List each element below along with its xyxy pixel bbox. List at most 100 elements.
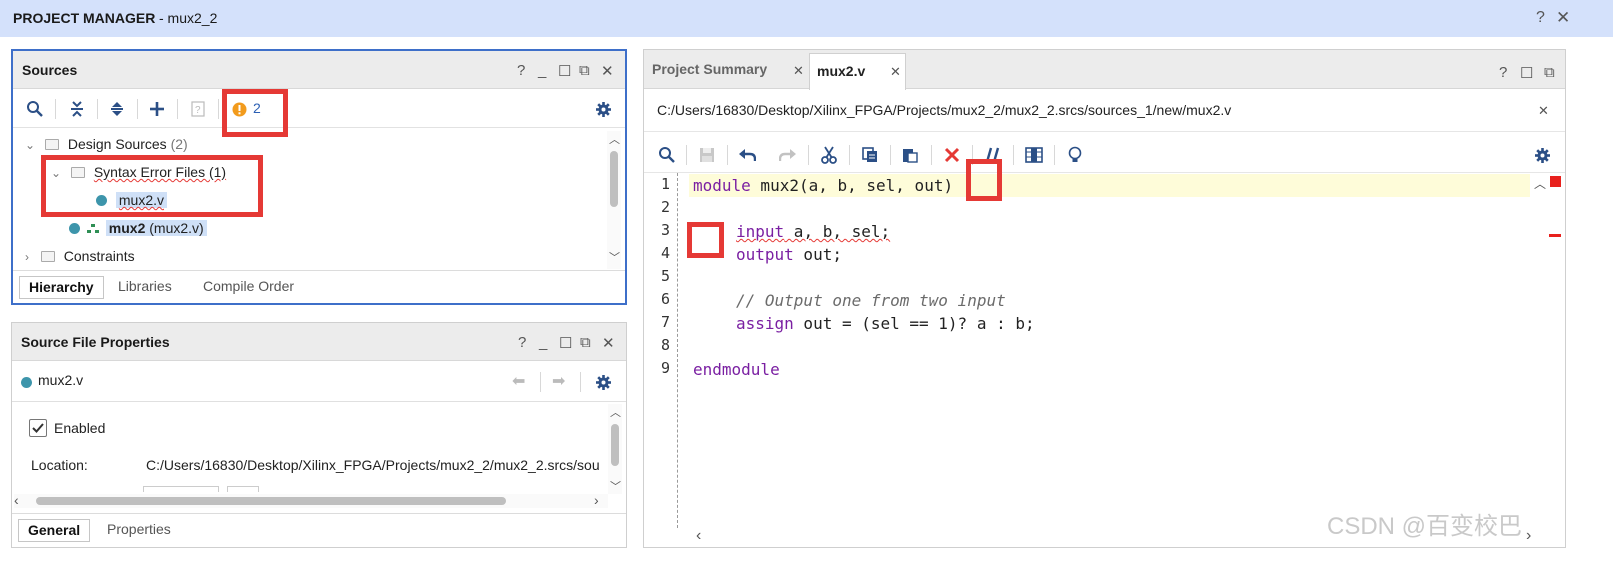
chevron-down-icon[interactable]: ⌄: [25, 138, 35, 152]
properties-toolbar: mux2.v ⬅ ➡: [12, 362, 626, 402]
chevron-right-icon[interactable]: ›: [25, 250, 29, 264]
properties-hscrollbar[interactable]: ‹ ›: [14, 492, 608, 508]
edit-button[interactable]: [227, 486, 259, 492]
scroll-right-icon[interactable]: ›: [594, 492, 599, 508]
tree-node-constraints[interactable]: › Constraints: [25, 243, 135, 269]
scroll-up-icon[interactable]: ︿: [610, 404, 621, 420]
minimize-icon[interactable]: _: [538, 62, 546, 79]
tab-hierarchy[interactable]: Hierarchy: [19, 276, 104, 299]
tree-node-design-sources[interactable]: ⌄ Design Sources (2): [25, 131, 188, 157]
back-arrow-icon[interactable]: ⬅: [512, 371, 525, 391]
tree-label: mux2: [108, 220, 146, 236]
help-button[interactable]: ?: [1499, 64, 1507, 81]
collapse-all-icon[interactable]: [67, 99, 87, 119]
tab-compile-order[interactable]: Compile Order: [194, 276, 303, 299]
tab-general[interactable]: General: [18, 519, 91, 542]
maximize-icon[interactable]: ☐: [558, 62, 571, 80]
tree-node-syntax-error-files[interactable]: ⌄ Syntax Error Files (1): [51, 159, 226, 185]
code-editor[interactable]: 1 2 3 4 5 6 7 8 9 module mux2(a, b, sel,…: [644, 159, 1544, 530]
copy-icon[interactable]: [860, 145, 880, 165]
code-line-4: output out;: [736, 243, 842, 266]
enabled-checkbox[interactable]: [29, 419, 47, 437]
line-number: 4: [660, 244, 670, 262]
tab-mux2-v[interactable]: mux2.v ✕: [809, 53, 906, 90]
warning-icon[interactable]: [231, 99, 247, 119]
scroll-left-icon[interactable]: ‹: [696, 527, 701, 545]
properties-tabs: General Properties: [12, 513, 626, 547]
tab-project-summary[interactable]: Project Summary: [652, 50, 767, 89]
scroll-up-icon[interactable]: ︿: [609, 131, 620, 147]
panel-title: Source File Properties: [21, 334, 170, 350]
close-tab-icon[interactable]: ✕: [793, 63, 804, 79]
help-button[interactable]: ?: [1536, 9, 1545, 27]
add-sources-icon[interactable]: [147, 99, 167, 119]
help-button[interactable]: ?: [518, 334, 526, 351]
close-tab-icon[interactable]: ✕: [890, 64, 901, 80]
project-name: - mux2_2: [159, 10, 218, 26]
tree-label: Constraints: [63, 248, 135, 264]
tree-node-top-module[interactable]: mux2 (mux2.v): [69, 215, 207, 241]
close-icon[interactable]: ✕: [1556, 8, 1570, 28]
tab-libraries[interactable]: Libraries: [109, 276, 181, 299]
properties-panel: Source File Properties ? _ ☐ ⧉ ✕ mux2.v …: [11, 322, 627, 548]
properties-vscrollbar[interactable]: ︿ ﹀: [608, 404, 622, 494]
tree-scrollbar[interactable]: ︿ ﹀: [607, 131, 621, 269]
column-select-icon[interactable]: [1024, 145, 1044, 165]
scroll-left-icon[interactable]: ‹: [14, 492, 19, 508]
toggle-comment-icon[interactable]: [983, 145, 1003, 165]
scroll-down-icon[interactable]: ﹀: [609, 249, 620, 265]
keyword: output: [736, 245, 794, 264]
undo-icon[interactable]: [737, 145, 757, 165]
folder-icon: [70, 167, 85, 178]
search-icon[interactable]: [657, 145, 677, 165]
tree-node-error-file[interactable]: mux2.v: [96, 187, 168, 213]
verilog-file-icon: [69, 223, 80, 234]
search-icon[interactable]: [25, 99, 45, 119]
close-icon[interactable]: ✕: [1538, 103, 1549, 119]
browse-button[interactable]: [143, 486, 219, 492]
code-line-9: endmodule: [693, 358, 780, 381]
delete-icon[interactable]: [942, 145, 962, 165]
scroll-up-icon[interactable]: ︿: [1534, 175, 1546, 192]
maximize-icon[interactable]: ☐: [1520, 64, 1533, 82]
gear-icon[interactable]: [593, 372, 613, 392]
scroll-thumb[interactable]: [611, 424, 619, 466]
error-indicator[interactable]: [1550, 176, 1561, 187]
redo-icon[interactable]: [778, 145, 798, 165]
help-button[interactable]: ?: [517, 62, 525, 79]
lightbulb-icon[interactable]: [1065, 145, 1085, 165]
location-value: C:/Users/16830/Desktop/Xilinx_FPGA/Proje…: [146, 457, 600, 473]
keyword: input: [736, 222, 785, 241]
cut-icon[interactable]: [819, 145, 839, 165]
code-text: a, b, sel;: [784, 222, 891, 241]
error-marker[interactable]: [1549, 234, 1561, 237]
error-count[interactable]: 2: [253, 100, 261, 116]
scroll-right-icon[interactable]: ›: [1526, 527, 1531, 545]
save-icon[interactable]: [697, 145, 717, 165]
expand-all-icon[interactable]: [107, 99, 127, 119]
paste-icon[interactable]: [900, 145, 920, 165]
float-icon[interactable]: ⧉: [1544, 64, 1555, 81]
svg-text:?: ?: [195, 105, 201, 116]
scroll-down-icon[interactable]: ﹀: [610, 478, 621, 494]
chevron-down-icon[interactable]: ⌄: [51, 166, 61, 180]
tab-properties[interactable]: Properties: [98, 519, 180, 542]
scroll-thumb[interactable]: [610, 151, 618, 207]
gear-icon[interactable]: [593, 99, 613, 119]
close-icon[interactable]: ✕: [601, 62, 614, 80]
gear-icon[interactable]: [1532, 145, 1552, 165]
float-icon[interactable]: ⧉: [580, 334, 591, 351]
line-number: 5: [660, 267, 670, 285]
keyword: module: [693, 176, 751, 195]
line-number: 3: [660, 221, 670, 239]
float-icon[interactable]: ⧉: [579, 62, 590, 79]
minimize-icon[interactable]: _: [539, 334, 547, 351]
watermark: CSDN @百变校巴: [1327, 513, 1523, 540]
close-icon[interactable]: ✕: [602, 334, 615, 352]
forward-arrow-icon[interactable]: ➡: [552, 371, 565, 391]
maximize-icon[interactable]: ☐: [559, 334, 572, 352]
file-properties-icon[interactable]: ?: [188, 99, 208, 119]
scroll-thumb[interactable]: [36, 497, 506, 505]
keyword: assign: [736, 314, 794, 333]
verilog-file-icon: [21, 374, 32, 390]
